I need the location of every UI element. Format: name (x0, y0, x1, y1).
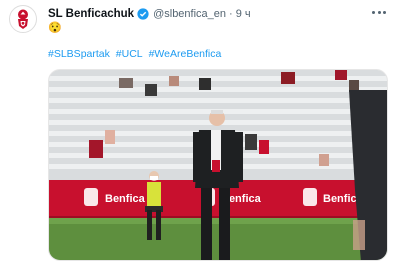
tweet-header: SL Benficachuk @slbenfica_en · 9 ч (48, 6, 251, 22)
stadium-photo: Benfica Benfica Benfica (49, 70, 387, 260)
hashtag-list: #SLBSpartak #UCL #WeAreBenfica (48, 48, 224, 60)
tweet-photo[interactable]: Benfica Benfica Benfica (48, 69, 388, 261)
hashtag-link[interactable]: #WeAreBenfica (149, 48, 222, 60)
banner-text: Benfica (105, 193, 146, 205)
more-options-icon[interactable] (372, 7, 386, 17)
hashtag-link[interactable]: #UCL (116, 48, 143, 60)
user-handle[interactable]: @slbenfica_en (153, 8, 226, 20)
hashtag-link[interactable]: #SLBSpartak (48, 48, 110, 60)
display-name[interactable]: SL Benficachuk (48, 8, 134, 20)
tweet-emoji: 😯 (48, 22, 62, 34)
timestamp[interactable]: 9 ч (236, 8, 251, 20)
separator-dot: · (229, 8, 233, 20)
tweet[interactable]: SL Benficachuk @slbenfica_en · 9 ч 😯 #SL… (0, 0, 400, 267)
benfica-crest-icon[interactable] (9, 5, 37, 33)
verified-badge-icon (137, 8, 149, 20)
